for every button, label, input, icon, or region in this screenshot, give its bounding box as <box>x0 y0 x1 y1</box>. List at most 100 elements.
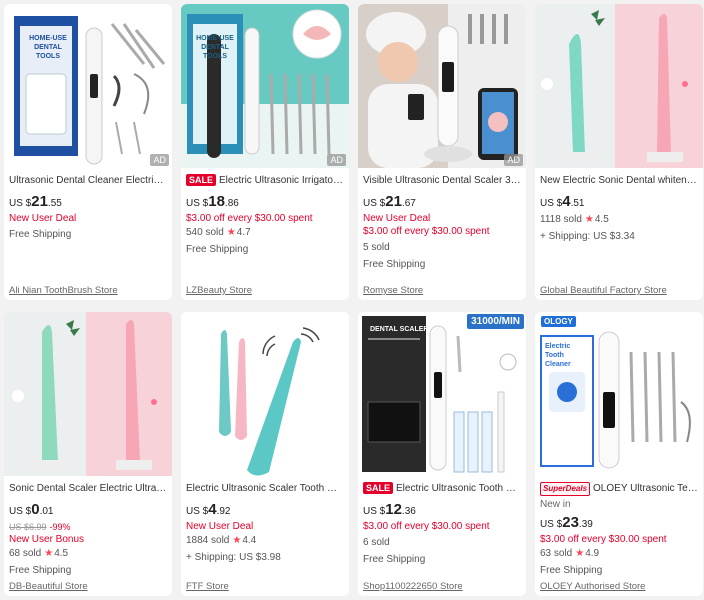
price-whole: 23 <box>562 514 579 531</box>
rating-value: 4.5 <box>54 548 69 559</box>
shipping-info: Free Shipping <box>186 244 249 255</box>
ad-badge: AD <box>504 154 523 166</box>
product-title-text: OLOEY Ultrasonic Teeth ... <box>593 483 698 494</box>
product-title-text: Electric Ultrasonic Tooth Cl... <box>396 483 521 494</box>
product-image[interactable] <box>4 312 172 476</box>
store-link[interactable]: LZBeauty Store <box>186 285 252 296</box>
product-title[interactable]: SALE Electric Ultrasonic Tooth Cl... <box>363 482 521 496</box>
star-icon: ★ <box>232 535 242 546</box>
product-image[interactable]: HOME-USE DENTAL TOOLS AD <box>4 4 172 168</box>
store-link[interactable]: FTF Store <box>186 581 229 592</box>
sold-count: 1118 sold <box>540 214 582 225</box>
store-link[interactable]: DB-Beautiful Store <box>9 581 88 592</box>
sold-rating: 1884 sold ★4.4 <box>186 533 344 548</box>
promo-text: New User Deal <box>9 213 77 224</box>
original-price-row: US $6.99 -99% <box>9 520 167 533</box>
sold-count: 1884 sold <box>186 535 230 546</box>
sold-rating: 63 sold ★4.9 <box>540 546 698 561</box>
product-price: US $0.01 <box>9 502 167 520</box>
star-icon: ★ <box>584 214 594 225</box>
sold-rating: 1118 sold ★4.5 <box>540 212 698 227</box>
shipping-info: Free Shipping <box>363 554 426 565</box>
promo-text: $3.00 off every $30.00 spent <box>186 213 313 224</box>
product-title[interactable]: Sonic Dental Scaler Electric Ultraso... <box>9 482 167 496</box>
product-card[interactable]: AD Visible Ultrasonic Dental Scaler 30..… <box>358 4 526 300</box>
price-currency: US $ <box>540 198 563 209</box>
product-card[interactable]: Sonic Dental Scaler Electric Ultraso... … <box>4 312 172 596</box>
price-currency: US $ <box>540 519 563 530</box>
package-label: HOME-USE DENTAL TOOLS <box>29 35 67 60</box>
price-currency: US $ <box>363 198 386 209</box>
price-currency: US $ <box>186 198 209 209</box>
product-card[interactable]: DENTAL SCALER 31000/MIN SALE Electric Ult… <box>358 312 526 596</box>
speed-badge: 31000/MIN <box>467 314 524 329</box>
store-link[interactable]: OLOEY Authorised Store <box>540 581 645 592</box>
price-whole: 4 <box>208 501 217 518</box>
promo-text: New User Bonus <box>9 534 85 545</box>
product-card[interactable]: OLOGY Electric Tooth Cleaner SuperDeals O… <box>535 312 703 596</box>
product-title[interactable]: SuperDealsOLOEY Ultrasonic Teeth ... <box>540 482 698 496</box>
product-image[interactable]: OLOGY Electric Tooth Cleaner <box>535 312 703 476</box>
product-title[interactable]: Ultrasonic Dental Cleaner Electric ... <box>9 174 167 188</box>
store-link[interactable]: Romyse Store <box>363 285 423 296</box>
product-card[interactable]: Electric Ultrasonic Scaler Tooth Cal... … <box>181 312 349 596</box>
price-whole: 18 <box>208 193 225 210</box>
price-decimal: .01 <box>39 506 54 517</box>
product-image[interactable]: DENTAL SCALER 31000/MIN <box>358 312 526 476</box>
product-price: US $12.36 <box>363 502 521 520</box>
sold-count: 68 sold <box>9 548 42 559</box>
price-currency: US $ <box>9 506 32 517</box>
rating-value: 4.5 <box>594 214 609 225</box>
superdeals-tag: SuperDeals <box>540 482 591 496</box>
product-title[interactable]: Visible Ultrasonic Dental Scaler 30... <box>363 174 521 188</box>
package-label: HOME-USE DENTAL TOOLS <box>196 35 234 60</box>
price-whole: 21 <box>385 193 402 210</box>
store-link[interactable]: Ali Nian ToothBrush Store <box>9 285 118 296</box>
shipping-info: + Shipping: US $3.98 <box>186 552 281 563</box>
product-card[interactable]: HOME-USE DENTAL TOOLS AD Ultrasonic Dent… <box>4 4 172 300</box>
package-label: Electric Tooth Cleaner <box>545 343 571 368</box>
price-currency: US $ <box>9 198 32 209</box>
ad-badge: AD <box>327 154 346 166</box>
promo-text: $3.00 off every $30.00 spent <box>363 521 490 532</box>
product-image[interactable]: HOME-USE DENTAL TOOLS AD <box>181 4 349 168</box>
price-whole: 12 <box>385 501 402 518</box>
product-title[interactable]: SALE Electric Ultrasonic Irrigator ... <box>186 174 344 188</box>
shipping-info: Free Shipping <box>363 259 426 270</box>
promo-text: New User Deal <box>363 213 431 224</box>
sold-rating: 540 sold ★4.7 <box>186 225 344 240</box>
product-card[interactable]: New Electric Sonic Dental whitener... US… <box>535 4 703 300</box>
product-price: US $4.51 <box>540 194 698 212</box>
shipping-info: Free Shipping <box>9 229 72 240</box>
product-title[interactable]: Electric Ultrasonic Scaler Tooth Cal... <box>186 482 344 496</box>
price-whole: 4 <box>562 193 571 210</box>
product-card[interactable]: HOME-USE DENTAL TOOLS AD SALE Electric Ul… <box>181 4 349 300</box>
product-price: US $23.39 <box>540 515 698 533</box>
price-decimal: .51 <box>570 198 585 209</box>
product-title-text: Electric Ultrasonic Irrigator ... <box>219 175 344 186</box>
rating-value: 4.4 <box>242 535 257 546</box>
promo-text: $3.00 off every $30.00 spent <box>540 534 667 545</box>
star-icon: ★ <box>226 227 236 238</box>
product-image[interactable] <box>181 312 349 476</box>
price-decimal: .92 <box>216 506 231 517</box>
store-link[interactable]: Shop1100222650 Store <box>363 581 463 592</box>
sold-count: 63 sold <box>540 548 573 559</box>
shipping-info: Free Shipping <box>9 565 72 576</box>
product-title[interactable]: New Electric Sonic Dental whitener... <box>540 174 698 188</box>
sale-tag: SALE <box>363 482 394 494</box>
store-link[interactable]: Global Beautiful Factory Store <box>540 285 667 296</box>
sale-tag: SALE <box>186 174 217 186</box>
price-whole: 21 <box>31 193 48 210</box>
price-decimal: .36 <box>401 506 416 517</box>
price-decimal: .86 <box>224 198 239 209</box>
product-image[interactable] <box>535 4 703 168</box>
product-grid: HOME-USE DENTAL TOOLS AD Ultrasonic Dent… <box>0 0 704 600</box>
product-image[interactable]: AD <box>358 4 526 168</box>
price-currency: US $ <box>363 506 386 517</box>
product-price: US $18.86 <box>186 194 344 212</box>
sold-count: 6 sold <box>363 537 390 548</box>
price-currency: US $ <box>186 506 209 517</box>
rating-value: 4.7 <box>236 227 251 238</box>
sold-count: 5 sold <box>363 242 390 253</box>
